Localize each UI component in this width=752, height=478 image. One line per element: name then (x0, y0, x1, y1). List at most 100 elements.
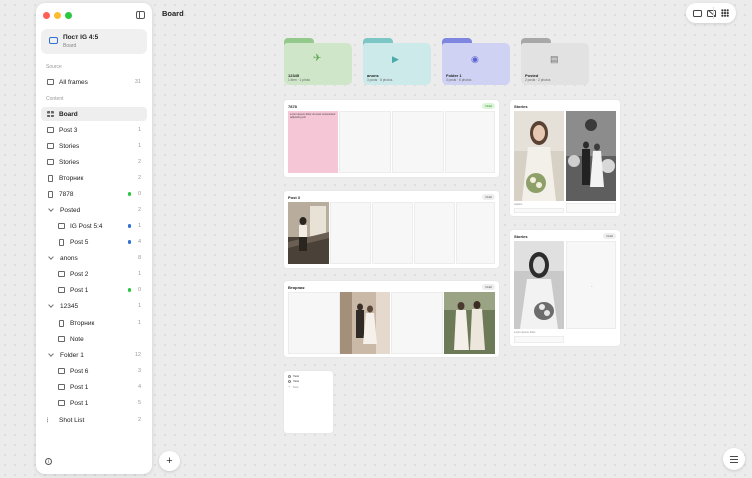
add-button[interactable]: + (159, 451, 180, 471)
empty-cell[interactable] (414, 202, 455, 264)
photo-image (514, 111, 564, 201)
sidebar-item-shot-list[interactable]: Shot List 2 (41, 413, 147, 427)
sidebar-item-count: 2 (137, 159, 141, 165)
sidebar-item-count: 0 (137, 287, 141, 293)
sidebar-item-12345[interactable]: 12345 1 (41, 299, 147, 313)
sidebar-item-ig-post[interactable]: IG Post 5:4 1 (41, 219, 147, 233)
sidebar-item-label: Posted (60, 206, 81, 214)
empty-cell[interactable] (391, 292, 443, 354)
card-shot-list[interactable]: Task Task + Task (284, 371, 333, 433)
checkbox-icon[interactable] (288, 379, 291, 383)
sidebar-item-vtornik[interactable]: Вторник 2 (41, 171, 147, 185)
folder-posted[interactable]: ▤ Posted 2 posts · 2 photos (521, 38, 589, 85)
caption-cell[interactable] (514, 336, 564, 343)
layout-icon[interactable] (692, 9, 702, 17)
hide-preview-icon[interactable] (706, 9, 716, 17)
card-post-3[interactable]: Post 3 Draft (284, 191, 499, 268)
empty-cell[interactable] (339, 111, 391, 173)
photo-image (340, 292, 390, 354)
photo-thumbnail[interactable] (566, 111, 616, 201)
sidebar-item-post-1c[interactable]: Post 1 5 (41, 396, 147, 410)
sidebar-item-board[interactable]: Board (41, 107, 147, 121)
folder-folder-1[interactable]: ◉ Folder 1 3 posts · 6 photos (442, 38, 510, 85)
story-frame-icon (48, 190, 53, 198)
sidebar-item-vtornik-2[interactable]: Вторник 1 (41, 316, 147, 330)
folder-12345[interactable]: ✈ 12345 1 item · 1 photo (284, 38, 352, 85)
sidebar-item-post-6[interactable]: Post 6 3 (41, 364, 147, 378)
sidebar-item-folder-1[interactable]: Folder 1 12 (41, 348, 147, 362)
folder-meta: 3 posts · 6 photos (446, 78, 472, 82)
photo-thumbnail[interactable] (514, 241, 564, 329)
photo-thumbnail[interactable] (444, 292, 495, 354)
caption-cell[interactable] (514, 208, 564, 213)
empty-cell[interactable]: + (566, 241, 616, 329)
empty-cell[interactable] (372, 202, 413, 264)
sidebar-item-stories-2[interactable]: Stories 2 (41, 155, 147, 169)
photo-image (444, 292, 495, 354)
info-icon[interactable]: i (45, 458, 52, 465)
caption-cell[interactable] (566, 203, 616, 213)
card-stories-1[interactable]: Stories caption (510, 100, 620, 216)
empty-cell[interactable] (456, 202, 495, 264)
close-window-button[interactable] (43, 12, 50, 19)
frame-icon (58, 223, 65, 229)
minimize-window-button[interactable] (54, 12, 61, 19)
sidebar-item-posted[interactable]: Posted 2 (41, 203, 147, 217)
sidebar-item-anons[interactable]: anons 8 (41, 251, 147, 265)
photo-caption: caption (514, 203, 523, 206)
empty-cell[interactable] (288, 292, 340, 354)
toolbar-divider (713, 7, 714, 19)
photo-thumbnail[interactable] (340, 292, 390, 354)
empty-cell[interactable] (392, 111, 444, 173)
frame-icon (47, 143, 54, 149)
chevron-down-icon[interactable] (48, 302, 54, 308)
sidebar-item-post-3[interactable]: Post 3 1 (41, 123, 147, 137)
sidebar-item-label: Post 2 (70, 270, 89, 278)
sidebar-item-post-5[interactable]: Post 5 4 (41, 235, 147, 249)
top-toolbar (686, 3, 736, 23)
sidebar-item-count: 0 (137, 191, 141, 197)
checkbox-icon[interactable] (288, 374, 291, 378)
sidebar-toggle-icon[interactable] (136, 11, 145, 19)
sidebar-item-post-2[interactable]: Post 2 1 (41, 267, 147, 281)
sliders-icon (730, 455, 738, 463)
card-7878[interactable]: 7878 Draft Lorem ipsum dolor sit amet co… (284, 100, 499, 177)
todo-item[interactable]: Task (288, 374, 299, 378)
photo-thumbnail[interactable] (514, 111, 564, 201)
card-vtornik[interactable]: Вторник Draft (284, 281, 499, 357)
sidebar-item-label: Вторник (70, 319, 95, 327)
folder-anons[interactable]: ▶ anons 3 posts · 8 photos (363, 38, 431, 85)
plus-icon[interactable]: + (288, 384, 290, 389)
status-badge: Draft (482, 194, 495, 200)
sidebar-item-note[interactable]: Note (41, 332, 147, 346)
story-frame-icon (59, 238, 64, 246)
sidebar-item-label: Post 5 (70, 238, 89, 246)
grid-view-icon[interactable] (721, 9, 730, 17)
zoom-window-button[interactable] (65, 12, 72, 19)
todo-item[interactable]: + Task (288, 384, 299, 389)
sidebar-item-post-1a[interactable]: Post 1 0 (41, 283, 147, 297)
photo-thumbnail[interactable] (288, 202, 329, 264)
sidebar-item-label: All frames (59, 78, 88, 86)
project-switcher[interactable]: Пост IG 4:5 Board (41, 29, 147, 54)
todo-label: Task (293, 374, 300, 378)
sidebar-item-stories-1[interactable]: Stories 1 (41, 139, 147, 153)
todo-item[interactable]: Task (288, 379, 299, 383)
sidebar-item-count: 2 (137, 417, 141, 423)
chevron-down-icon[interactable] (48, 206, 54, 212)
chevron-down-icon[interactable] (48, 351, 54, 357)
empty-cell[interactable] (330, 202, 371, 264)
frame-icon (58, 400, 65, 406)
empty-cell[interactable] (445, 111, 495, 173)
card-stories-2[interactable]: Stories Draft + Lorem ipsum dolor (510, 230, 620, 346)
settings-button[interactable] (723, 448, 745, 470)
frames-icon (47, 79, 54, 85)
sidebar-item-post-1b[interactable]: Post 1 4 (41, 380, 147, 394)
note-cell[interactable] (288, 111, 338, 173)
note-text: Lorem ipsum dolor sit amet consectetur a… (290, 113, 336, 120)
sidebar-item-7878[interactable]: 7878 0 (41, 187, 147, 201)
sidebar-item-all-frames[interactable]: All frames 31 (41, 75, 147, 89)
sidebar-item-label: Post 1 (70, 399, 89, 407)
chevron-down-icon[interactable] (48, 254, 54, 260)
sidebar-item-label: Note (70, 335, 84, 343)
